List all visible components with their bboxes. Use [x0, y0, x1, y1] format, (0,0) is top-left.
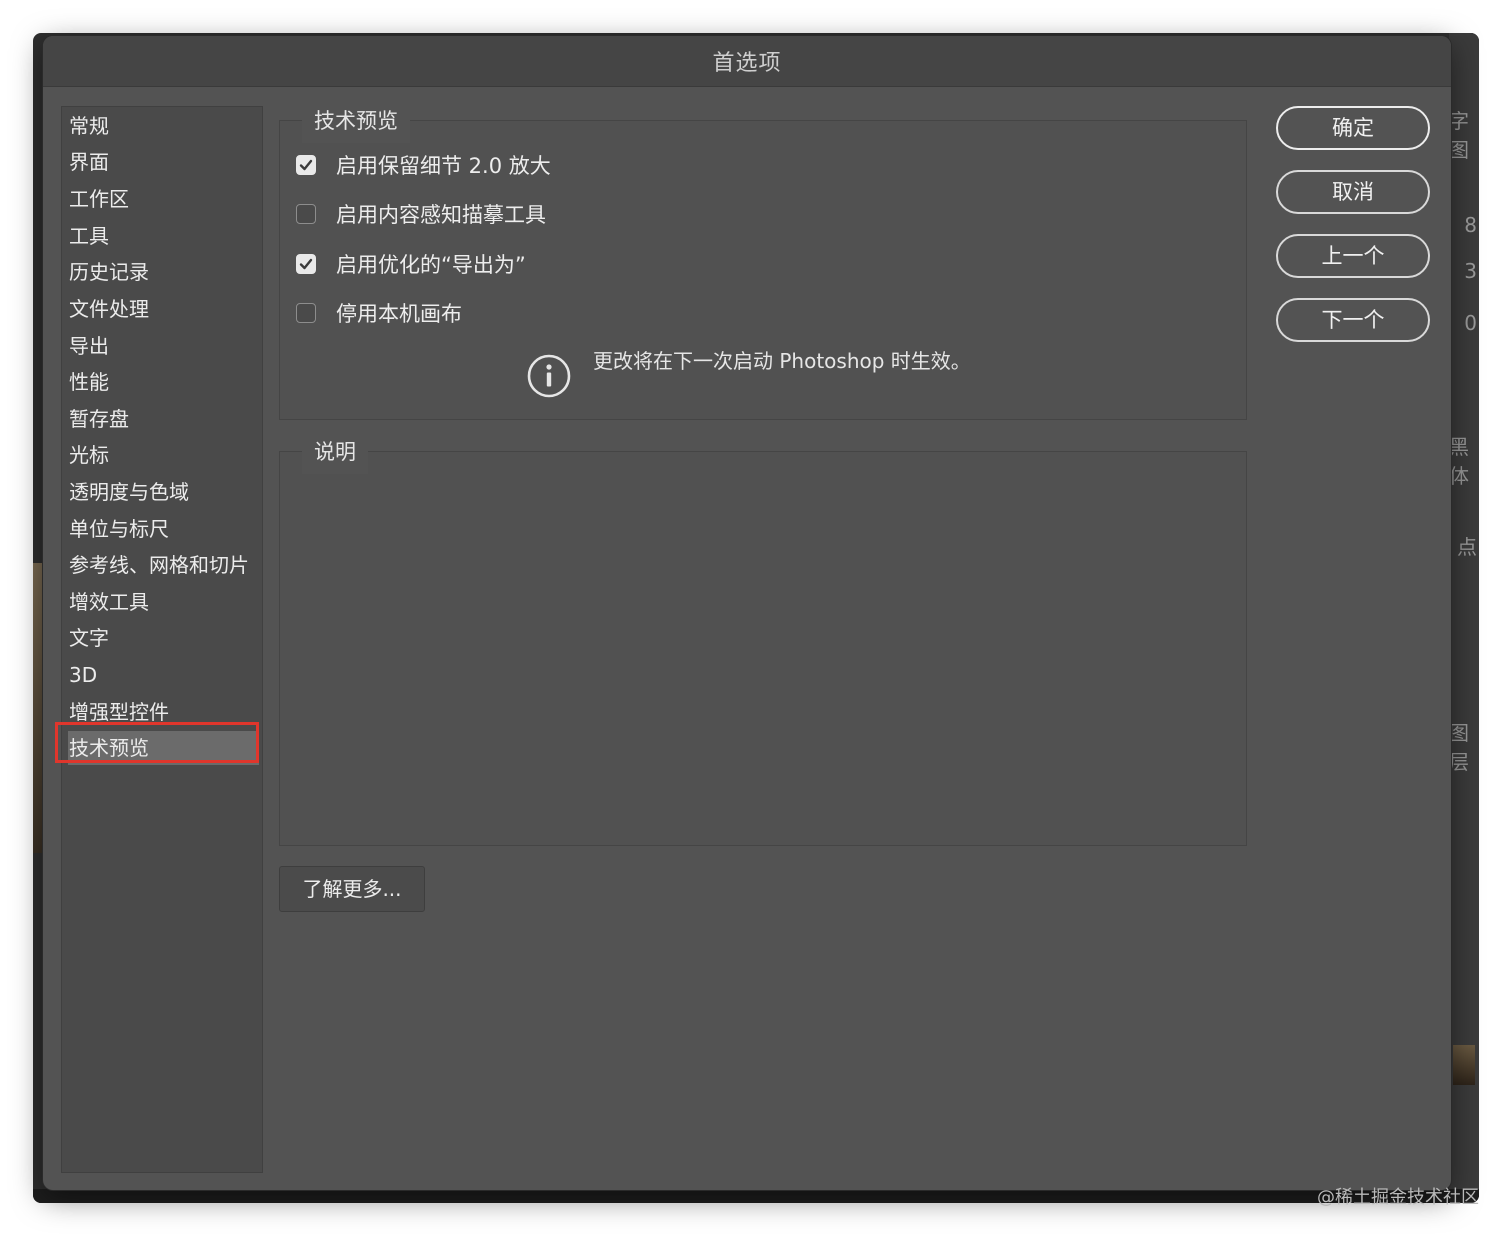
checkbox-label[interactable]: 启用优化的“导出为” — [336, 249, 526, 279]
sidebar-item-3d[interactable]: 3D — [68, 658, 259, 692]
sidebar-item-enhanced-controls[interactable]: 增强型控件 — [68, 695, 259, 729]
dialog-title: 首选项 — [712, 51, 782, 76]
description-group: 说明 — [279, 430, 1247, 846]
option-disable-native-canvas[interactable]: 停用本机画布 — [296, 298, 462, 328]
bg-fragment: 3 — [1464, 259, 1477, 283]
checkbox-label[interactable]: 停用本机画布 — [336, 298, 462, 328]
learn-more-button[interactable]: 了解更多... — [279, 866, 425, 912]
bg-fragment: 8 — [1464, 213, 1477, 237]
sidebar-item-workspace[interactable]: 工作区 — [68, 182, 259, 216]
sidebar-item-tools[interactable]: 工具 — [68, 219, 259, 253]
sidebar-item-history[interactable]: 历史记录 — [68, 255, 259, 289]
technology-previews-group: 技术预览 启用保留细节 2.0 放大 启用内容感知描摹工具 启用优化的“导出为”… — [279, 99, 1247, 420]
option-content-aware-tracing[interactable]: 启用内容感知描摹工具 — [296, 199, 546, 229]
cancel-button[interactable]: 取消 — [1276, 170, 1430, 214]
ok-button[interactable]: 确定 — [1276, 106, 1430, 150]
sidebar-item-file-handling[interactable]: 文件处理 — [68, 292, 259, 326]
next-button[interactable]: 下一个 — [1276, 298, 1430, 342]
watermark-text: @稀土掘金技术社区 — [1317, 1187, 1479, 1208]
checkmark-icon — [299, 258, 313, 270]
background-right-panel: 字图 8 3 0 黑体 点 图层 — [1449, 33, 1479, 1203]
sidebar-item-performance[interactable]: 性能 — [68, 365, 259, 399]
checkbox-label[interactable]: 启用保留细节 2.0 放大 — [336, 150, 551, 180]
sidebar-item-transparency-gamut[interactable]: 透明度与色域 — [68, 475, 259, 509]
checkbox[interactable] — [296, 254, 316, 274]
bg-fragment: 图层 — [1449, 721, 1469, 774]
checkbox-label[interactable]: 启用内容感知描摹工具 — [336, 199, 546, 229]
background-layer-thumbnail — [1453, 1045, 1475, 1085]
option-preserve-details-2[interactable]: 启用保留细节 2.0 放大 — [296, 150, 551, 180]
previous-button[interactable]: 上一个 — [1276, 234, 1430, 278]
sidebar-item-general[interactable]: 常规 — [68, 109, 259, 143]
background-status-bar — [33, 1189, 1479, 1203]
info-icon — [527, 354, 571, 398]
dialog-titlebar[interactable]: 首选项 — [43, 36, 1451, 87]
checkbox[interactable] — [296, 303, 316, 323]
group-legend: 说明 — [302, 430, 368, 474]
bg-fragment: 字图 — [1449, 109, 1469, 162]
checkbox[interactable] — [296, 155, 316, 175]
bg-fragment: 点 — [1457, 535, 1477, 559]
sidebar-item-units-rulers[interactable]: 单位与标尺 — [68, 512, 259, 546]
preferences-category-list: 常规 界面 工作区 工具 历史记录 文件处理 导出 性能 暂存盘 光标 透明度与… — [61, 106, 263, 1173]
sidebar-item-scratch-disks[interactable]: 暂存盘 — [68, 402, 259, 436]
sidebar-item-guides-grid-slices[interactable]: 参考线、网格和切片 — [68, 548, 259, 582]
sidebar-item-export[interactable]: 导出 — [68, 329, 259, 363]
sidebar-item-plugins[interactable]: 增效工具 — [68, 585, 259, 619]
preferences-dialog: 首选项 常规 界面 工作区 工具 历史记录 文件处理 导出 性能 暂存盘 光标 … — [43, 36, 1451, 1190]
option-optimized-export-as[interactable]: 启用优化的“导出为” — [296, 249, 526, 279]
sidebar-item-technology-previews[interactable]: 技术预览 — [68, 731, 259, 765]
restart-notice-text: 更改将在下一次启动 Photoshop 时生效。 — [593, 349, 971, 373]
bg-fragment: 0 — [1464, 311, 1477, 335]
checkmark-icon — [299, 159, 313, 171]
bg-fragment: 黑体 — [1449, 435, 1469, 488]
sidebar-item-cursors[interactable]: 光标 — [68, 438, 259, 472]
checkbox[interactable] — [296, 204, 316, 224]
group-legend: 技术预览 — [302, 99, 410, 143]
sidebar-item-type[interactable]: 文字 — [68, 621, 259, 655]
sidebar-item-interface[interactable]: 界面 — [68, 145, 259, 179]
